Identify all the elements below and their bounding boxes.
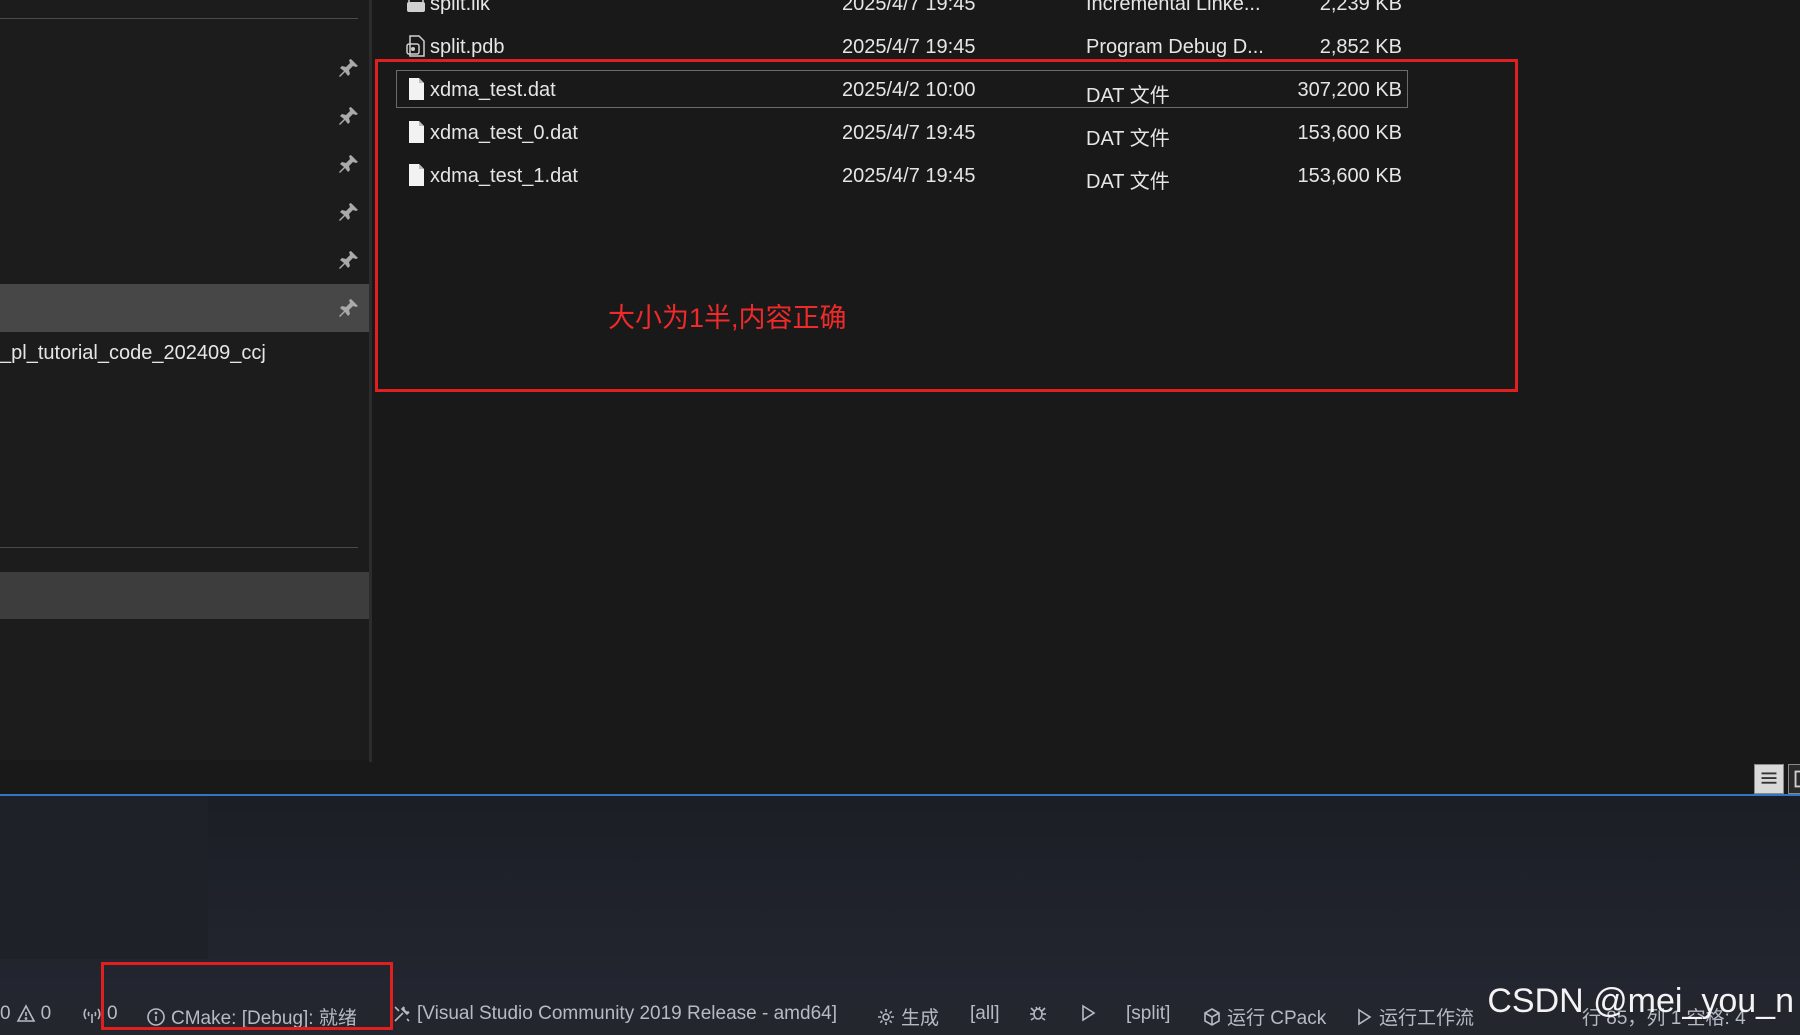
pin-icon[interactable] — [337, 152, 361, 176]
pin-icon[interactable] — [337, 56, 361, 80]
nav-folder-label[interactable]: _pl_tutorial_code_202409_ccj — [0, 342, 266, 365]
launch-target[interactable]: [split] — [1126, 1003, 1170, 1025]
problems-indicator[interactable]: 0 0 — [0, 1003, 51, 1025]
annotation-highlight-box — [101, 962, 393, 1030]
pin-icon[interactable] — [337, 104, 361, 128]
navigation-pane: _pl_tutorial_code_202409_ccj — [0, 0, 369, 760]
gear-icon — [878, 1008, 894, 1025]
cpack-label: 运行 CPack — [1227, 1008, 1327, 1029]
run-workflow-button[interactable]: 运行工作流 — [1354, 1003, 1474, 1030]
large-icons-view-icon — [1794, 770, 1800, 788]
quick-access-item-4[interactable] — [0, 188, 369, 236]
panel-sidebar — [0, 796, 208, 959]
file-name: split.pdb — [430, 36, 505, 58]
quick-access-item-2[interactable] — [0, 92, 369, 140]
pin-icon[interactable] — [337, 200, 361, 224]
annotation-text: 大小为1半,内容正确 — [608, 303, 847, 333]
watermark-text: CSDN @mei_you_n — [1487, 982, 1794, 1020]
nav-divider — [0, 547, 358, 548]
bug-icon — [1030, 1006, 1046, 1021]
build-label: 生成 — [901, 1008, 940, 1029]
package-icon — [1204, 1007, 1220, 1026]
quick-access-item-3[interactable] — [0, 140, 369, 188]
file-date: 2025/4/7 19:45 — [842, 0, 976, 15]
file-size: 2,239 KB — [1319, 0, 1402, 15]
quick-access-item-selected[interactable] — [0, 284, 369, 332]
nav-divider — [0, 18, 358, 19]
launch-target-text: [split] — [1126, 1003, 1171, 1024]
quick-access-item-1[interactable] — [0, 44, 369, 92]
file-date: 2025/4/7 19:45 — [842, 36, 976, 58]
file-row[interactable]: split.ilk 2025/4/7 19:45 Incremental Lin… — [396, 0, 1408, 22]
linker-file-icon — [406, 0, 426, 15]
details-view-button[interactable] — [1754, 764, 1784, 794]
cmake-kit[interactable]: [Visual Studio Community 2019 Release - … — [392, 1003, 837, 1025]
workflow-label: 运行工作流 — [1379, 1008, 1475, 1029]
tools-icon — [394, 1006, 410, 1022]
build-target[interactable]: [all] — [970, 1003, 1000, 1025]
launch-button[interactable] — [1078, 1003, 1098, 1023]
cmake-build-button[interactable]: 生成 — [876, 1003, 939, 1030]
view-toggles — [1754, 762, 1800, 796]
warning-icon — [16, 1004, 35, 1022]
warning-count: 0 — [40, 1003, 52, 1024]
annotation-highlight-box — [375, 59, 1518, 392]
nav-selected-item[interactable] — [0, 572, 369, 619]
file-type: Incremental Linke... — [1086, 0, 1261, 15]
file-size: 2,852 KB — [1319, 36, 1402, 58]
cmake-kit-text: [Visual Studio Community 2019 Release - … — [417, 1003, 837, 1024]
large-icons-view-button[interactable] — [1788, 764, 1800, 794]
details-view-icon — [1761, 772, 1777, 784]
pin-icon[interactable] — [337, 248, 361, 272]
pin-icon[interactable] — [337, 296, 361, 320]
quick-access-item-5[interactable] — [0, 236, 369, 284]
file-type: Program Debug D... — [1086, 36, 1264, 58]
pdb-file-icon — [406, 34, 426, 58]
file-name: split.ilk — [430, 0, 491, 15]
build-target-text: [all] — [970, 1003, 1000, 1024]
play-icon — [1358, 1008, 1372, 1025]
error-count: 0 — [0, 1003, 11, 1024]
run-cpack-button[interactable]: 运行 CPack — [1202, 1003, 1326, 1030]
debug-button[interactable] — [1028, 1003, 1048, 1023]
broadcast-icon — [83, 1008, 101, 1023]
play-icon — [1082, 1004, 1096, 1022]
